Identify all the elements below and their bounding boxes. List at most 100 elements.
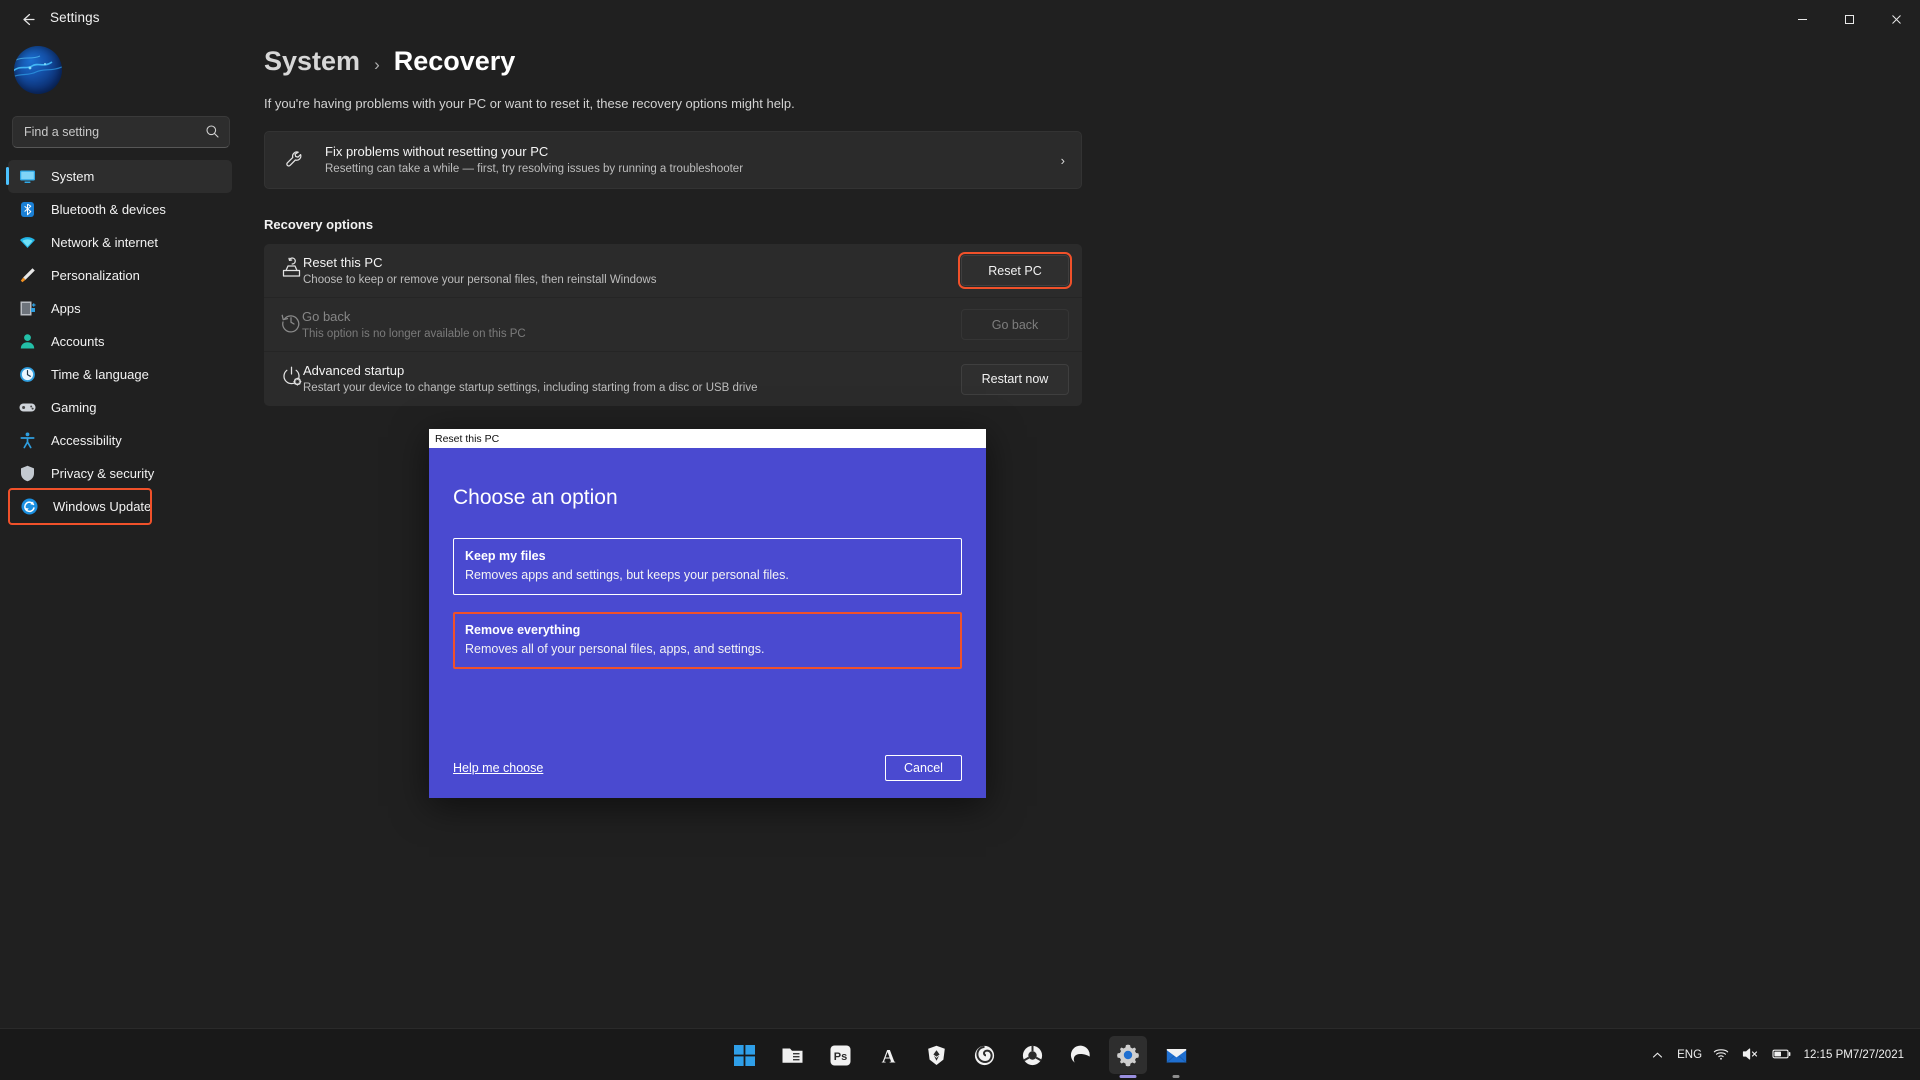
window-controls (1779, 0, 1920, 38)
maximize-button[interactable] (1826, 0, 1873, 38)
restart-now-button[interactable]: Restart now (961, 363, 1069, 395)
recovery-options-group: Reset this PC Choose to keep or remove y… (264, 244, 1082, 406)
sidebar-item-gaming[interactable]: Gaming (8, 391, 232, 424)
breadcrumb: System › Recovery (264, 46, 1714, 77)
page-subtitle: If you're having problems with your PC o… (264, 96, 795, 111)
main-content: System › Recovery If you're having probl… (264, 38, 1714, 406)
chrome-icon[interactable] (1013, 1036, 1051, 1074)
dialog-footer: Help me choose Cancel (453, 755, 962, 781)
gamepad-icon (16, 397, 38, 419)
dialog-options: Keep my files Removes apps and settings,… (453, 538, 962, 669)
accessibility-icon (16, 430, 38, 452)
sidebar-item-label: Gaming (51, 400, 97, 415)
dialog-heading: Choose an option (453, 486, 618, 509)
tray-clock[interactable]: 12:15 PM 7/27/2021 (1804, 1035, 1912, 1075)
adobe-acrobat-icon[interactable]: A (869, 1036, 907, 1074)
page-title: Recovery (393, 46, 516, 76)
mail-icon[interactable] (1157, 1036, 1195, 1074)
photoshop-icon[interactable]: Ps (821, 1036, 859, 1074)
sidebar-item-system[interactable]: System (6, 160, 232, 193)
sidebar-item-label: Apps (51, 301, 81, 316)
sidebar-item-label: Network & internet (51, 235, 158, 250)
dialog-body: Choose an option Keep my files Removes a… (429, 448, 986, 798)
sidebar-item-label: Bluetooth & devices (51, 202, 166, 217)
taskbar: Ps A ENG 12:15 PM 7/27/2021 (0, 1028, 1920, 1080)
sidebar-item-time-language[interactable]: Time & language (8, 358, 232, 391)
tray-date: 7/27/2021 (1852, 1048, 1904, 1061)
system-tray: ENG 12:15 PM 7/27/2021 (1643, 1029, 1912, 1080)
search-input[interactable]: Find a setting (12, 116, 230, 148)
sidebar-item-apps[interactable]: Apps (8, 292, 232, 325)
row-advanced-startup: Advanced startup Restart your device to … (264, 352, 1082, 406)
sidebar-item-privacy-security[interactable]: Privacy & security (8, 457, 232, 490)
settings-icon[interactable] (1109, 1036, 1147, 1074)
section-header-recovery-options: Recovery options (264, 217, 374, 232)
row-reset-this-pc: Reset this PC Choose to keep or remove y… (264, 244, 1082, 298)
option-description: Removes all of your personal files, apps… (465, 642, 765, 656)
card-title: Fix problems without resetting your PC (325, 144, 549, 159)
settings-app-window: Settings Find a setting System Bluetooth… (0, 0, 1920, 1080)
wifi-icon[interactable] (1713, 1046, 1729, 1065)
breadcrumb-parent[interactable]: System (264, 46, 360, 77)
row-title: Reset this PC (303, 254, 383, 270)
chevron-right-icon: › (1060, 152, 1065, 168)
start-icon[interactable] (725, 1036, 763, 1074)
breadcrumb-separator: › (374, 55, 380, 74)
search-placeholder: Find a setting (24, 125, 100, 139)
tray-language-indicator[interactable]: ENG (1673, 1035, 1707, 1075)
sidebar-item-label: Accounts (51, 334, 105, 349)
brave-browser-icon[interactable] (917, 1036, 955, 1074)
sidebar-item-label: Time & language (51, 367, 149, 382)
row-subtitle: Restart your device to change startup se… (303, 382, 758, 394)
user-avatar[interactable] (14, 46, 62, 94)
card-subtitle: Resetting can take a while — first, try … (325, 163, 744, 175)
option-remove-everything[interactable]: Remove everything Removes all of your pe… (453, 612, 962, 669)
taskbar-apps: Ps A (725, 1029, 1195, 1080)
account-person-icon (16, 331, 38, 353)
svg-text:Ps: Ps (833, 1051, 846, 1063)
reset-pc-button[interactable]: Reset PC (958, 252, 1072, 289)
option-title: Keep my files (465, 549, 546, 563)
sidebar-item-windows-update[interactable]: Windows Update (8, 488, 152, 525)
bluetooth-icon (16, 199, 38, 221)
title-bar: Settings (0, 0, 1920, 38)
sidebar-item-accounts[interactable]: Accounts (8, 325, 232, 358)
apps-icon (16, 298, 38, 320)
paintbrush-icon (16, 265, 38, 287)
sidebar-item-label: Accessibility (51, 433, 122, 448)
history-clock-icon (280, 311, 302, 338)
row-subtitle: Choose to keep or remove your personal f… (303, 273, 657, 286)
dialog-title-bar: Reset this PC (429, 429, 986, 448)
wifi-icon (16, 232, 38, 254)
troubleshoot-card[interactable]: Fix problems without resetting your PC R… (264, 131, 1082, 189)
sidebar-item-accessibility[interactable]: Accessibility (8, 424, 232, 457)
sidebar-item-label: System (51, 169, 95, 184)
sidebar-item-label: Personalization (51, 268, 140, 283)
go-back-button[interactable]: Go back (961, 309, 1069, 340)
row-go-back: Go back This option is no longer availab… (264, 298, 1082, 352)
option-keep-my-files[interactable]: Keep my files Removes apps and settings,… (453, 538, 962, 595)
minimize-button[interactable] (1779, 0, 1826, 38)
sidebar-item-personalization[interactable]: Personalization (8, 259, 232, 292)
help-me-choose-link[interactable]: Help me choose (453, 761, 543, 775)
sidebar-item-label: Privacy & security (51, 466, 155, 481)
file-explorer-icon[interactable] (773, 1036, 811, 1074)
sidebar-item-bluetooth-devices[interactable]: Bluetooth & devices (8, 193, 232, 226)
close-button[interactable] (1873, 0, 1920, 38)
cancel-button[interactable]: Cancel (885, 755, 962, 781)
search-icon (205, 124, 220, 144)
battery-icon[interactable] (1772, 1047, 1792, 1064)
tray-chevron-up-icon[interactable] (1643, 1035, 1673, 1075)
firefox-icon[interactable] (965, 1036, 1003, 1074)
row-title: Advanced startup (303, 363, 405, 378)
sidebar-nav: System Bluetooth & devices Network & int… (0, 160, 250, 525)
row-title: Go back (302, 308, 351, 324)
sidebar-item-network-internet[interactable]: Network & internet (8, 226, 232, 259)
edge-icon[interactable] (1061, 1036, 1099, 1074)
volume-muted-icon[interactable] (1742, 1046, 1759, 1065)
sidebar: Find a setting System Bluetooth & device… (0, 38, 250, 1080)
back-arrow-icon[interactable] (10, 4, 44, 34)
reset-pc-icon (280, 256, 303, 285)
power-settings-icon (280, 365, 303, 393)
shield-icon (16, 463, 38, 485)
